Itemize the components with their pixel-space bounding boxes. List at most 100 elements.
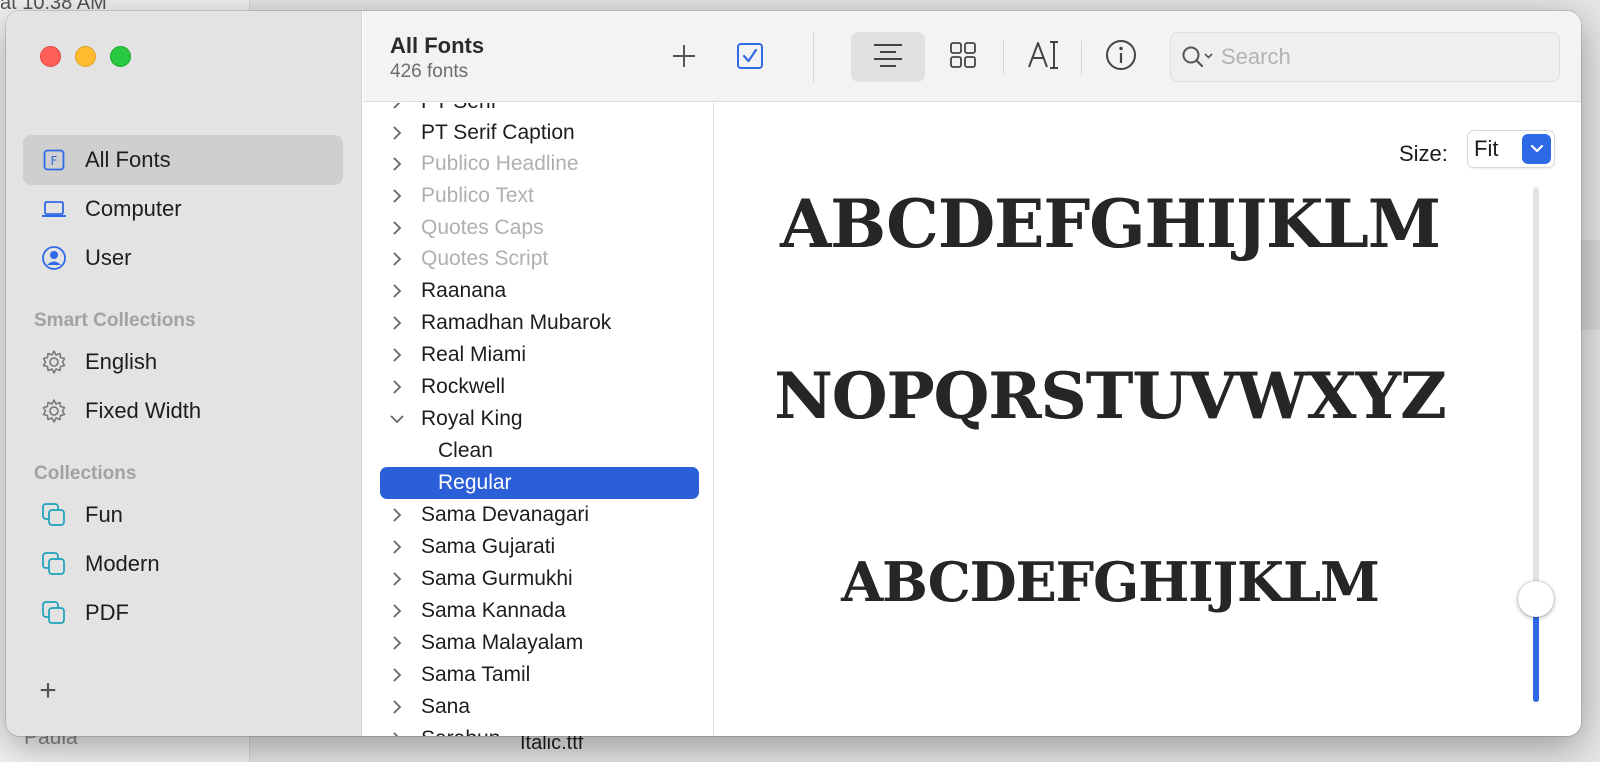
chevron-right-icon <box>390 540 404 554</box>
zoom-button[interactable] <box>110 46 131 67</box>
chevron-right-icon <box>390 348 404 362</box>
validate-fonts-button[interactable] <box>729 38 771 78</box>
page-title: All Fonts <box>390 33 485 58</box>
custom-view-button[interactable] <box>1011 32 1075 82</box>
font-list-item[interactable]: Publico Text <box>363 180 713 212</box>
plus-icon <box>671 43 697 74</box>
size-select-value: Fit <box>1474 136 1499 161</box>
size-select[interactable]: Fit <box>1467 130 1555 168</box>
font-list-item[interactable]: Real Miami <box>363 339 713 371</box>
sidebar-item-label: Computer <box>85 196 182 221</box>
close-button[interactable] <box>40 46 61 67</box>
chevron-right-icon <box>390 380 404 394</box>
font-list-item[interactable]: Sama Malayalam <box>363 627 713 659</box>
font-list-item[interactable]: Sama Gujarati <box>363 531 713 563</box>
font-family-name: Royal King <box>421 407 523 430</box>
font-family-name: Sama Devanagari <box>421 503 590 526</box>
sidebar-item-modern[interactable]: Modern <box>23 539 343 589</box>
sample-line: NOPQRSTUVWXYZ <box>774 359 1447 434</box>
info-button[interactable] <box>1089 32 1153 82</box>
chevron-down-icon <box>390 412 404 426</box>
font-list-item[interactable]: Sama Tamil <box>363 659 713 691</box>
sidebar: F All Fonts Computer User Smart Collecti… <box>6 11 362 736</box>
font-preview-pane: Size: Fit ABCDEFGHIJKLM NOPQRSTUVWXYZ AB… <box>715 103 1581 736</box>
font-list-item[interactable]: Publico Headline <box>363 148 713 180</box>
size-label: Size: <box>1399 141 1448 166</box>
font-family-name: Quotes Script <box>421 247 549 270</box>
chevron-right-icon <box>390 732 404 736</box>
sidebar-item-computer[interactable]: Computer <box>23 184 343 234</box>
sidebar-item-user[interactable]: User <box>23 233 343 283</box>
gear-icon <box>40 397 68 425</box>
laptop-icon <box>40 195 68 223</box>
font-list-item[interactable]: Sama Gurmukhi <box>363 563 713 595</box>
sidebar-item-label: All Fonts <box>85 147 171 172</box>
chevron-right-icon <box>390 636 404 650</box>
font-list-item[interactable]: Rockwell <box>363 371 713 403</box>
size-slider-thumb[interactable] <box>1518 581 1554 617</box>
sidebar-item-label: PDF <box>85 600 129 625</box>
font-family-name: Sarabun <box>421 727 500 736</box>
collections-header: Collections <box>34 463 137 484</box>
chevron-right-icon <box>390 508 404 522</box>
font-list-item[interactable]: Sana <box>363 691 713 723</box>
sidebar-item-fixed-width[interactable]: Fixed Width <box>23 386 343 436</box>
toolbar-divider <box>1003 41 1004 75</box>
user-circle-icon <box>40 244 68 272</box>
chevron-right-icon <box>390 572 404 586</box>
background-divider <box>1578 240 1600 330</box>
minimize-button[interactable] <box>75 46 96 67</box>
font-list-item[interactable]: Sama Kannada <box>363 595 713 627</box>
font-list-item[interactable]: PT Serif Caption <box>363 117 713 149</box>
font-style-item-selected[interactable]: Regular <box>380 467 699 499</box>
grid-icon <box>949 41 977 74</box>
font-list-item[interactable]: Quotes Caps <box>363 212 713 244</box>
align-center-icon <box>872 42 904 73</box>
font-list-item[interactable]: PT Serif <box>363 103 713 118</box>
collection-icon <box>40 599 68 627</box>
collection-icon <box>40 501 68 529</box>
info-icon <box>1105 39 1137 76</box>
font-list-item[interactable]: Ramadhan Mubarok <box>363 307 713 339</box>
font-book-icon: F <box>40 146 68 174</box>
chevron-right-icon <box>390 126 404 140</box>
add-collection-button[interactable]: + <box>36 676 60 706</box>
sample-line: ABCDEFGHIJKLM <box>780 185 1441 263</box>
grid-view-button[interactable] <box>931 32 995 82</box>
chevron-right-icon <box>390 668 404 682</box>
search-field[interactable] <box>1170 32 1560 82</box>
font-list-item[interactable]: Raanana <box>363 275 713 307</box>
font-list-item[interactable]: Quotes Script <box>363 243 713 275</box>
sidebar-item-fun[interactable]: Fun <box>23 490 343 540</box>
sidebar-item-label: Fun <box>85 502 123 527</box>
font-list: PT Serif PT Serif Caption Publico Headli… <box>363 103 714 736</box>
sample-view-button[interactable] <box>851 32 925 82</box>
chevron-right-icon <box>390 316 404 330</box>
svg-text:F: F <box>51 154 58 168</box>
font-list-item-expanded[interactable]: Royal King <box>363 403 713 435</box>
sidebar-item-all-fonts[interactable]: F All Fonts <box>23 135 343 185</box>
add-font-button[interactable] <box>663 38 705 78</box>
search-input[interactable] <box>1221 44 1521 70</box>
chevron-right-icon <box>390 604 404 618</box>
font-list-item[interactable]: Sama Devanagari <box>363 499 713 531</box>
font-book-window: F All Fonts Computer User Smart Collecti… <box>6 11 1581 736</box>
sample-line: ABCDEFGHIJKLM <box>841 550 1379 614</box>
sidebar-item-english[interactable]: English <box>23 337 343 387</box>
font-family-name: Sama Tamil <box>421 663 531 686</box>
font-style-name: Regular <box>438 471 512 494</box>
font-count: 426 fonts <box>390 61 469 82</box>
toolbar-divider <box>1081 41 1082 75</box>
font-list-item[interactable]: Sarabun <box>363 723 713 736</box>
sidebar-item-pdf[interactable]: PDF <box>23 588 343 638</box>
font-family-name: Rockwell <box>421 375 506 398</box>
font-style-item[interactable]: Clean <box>363 435 713 467</box>
font-family-name: Sama Gujarati <box>421 535 556 558</box>
font-family-name: Quotes Caps <box>421 216 544 239</box>
sidebar-item-label: User <box>85 245 132 270</box>
font-family-name: Real Miami <box>421 343 527 366</box>
window-controls <box>40 46 131 67</box>
font-family-name: Raanana <box>421 279 507 302</box>
chevron-right-icon <box>390 103 404 109</box>
search-icon <box>1181 44 1215 70</box>
